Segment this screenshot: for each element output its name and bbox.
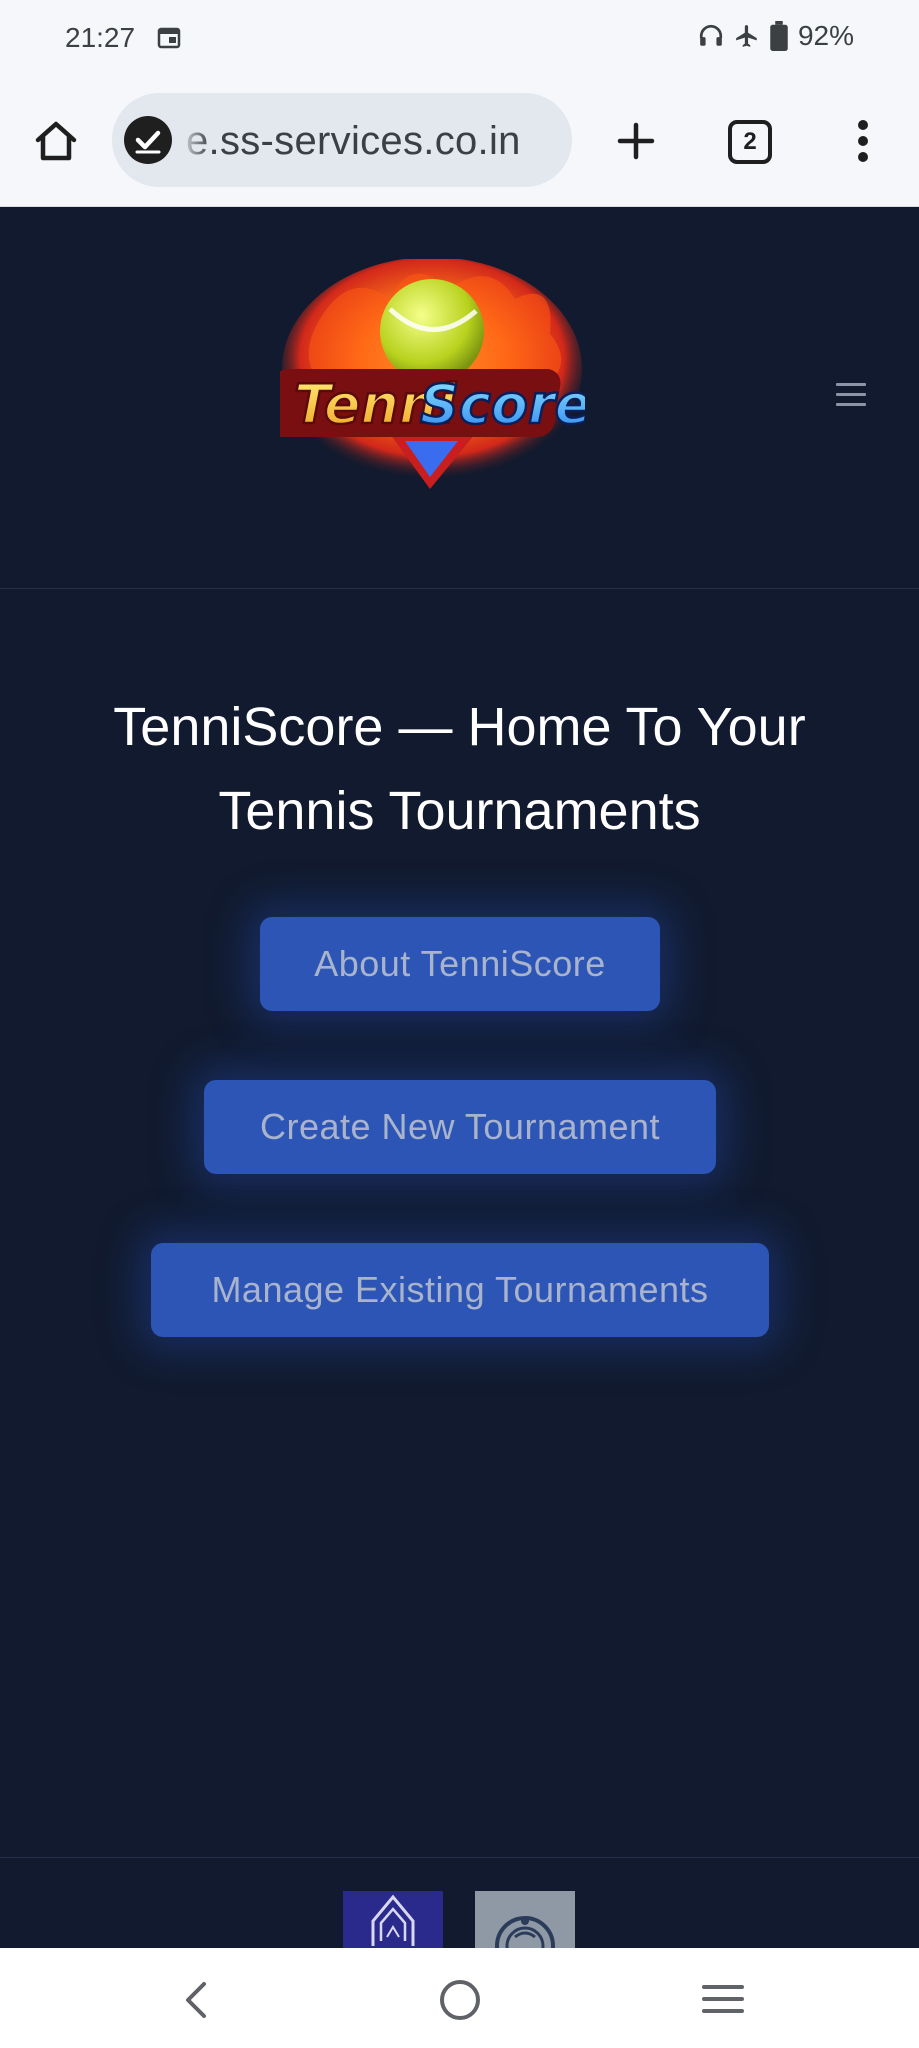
home-icon[interactable] xyxy=(28,113,84,169)
tenniscore-logo[interactable]: Tenni Score xyxy=(280,259,585,494)
site-verified-icon[interactable] xyxy=(124,116,172,164)
logo-text-score: Score xyxy=(420,373,585,436)
system-nav-bar xyxy=(0,1948,919,2048)
battery-percent: 92% xyxy=(797,20,854,51)
page-title: TenniScore — Home To Your Tennis Tournam… xyxy=(113,697,806,841)
battery-icon xyxy=(770,21,788,51)
address-bar[interactable]: e.ss-services.co.in xyxy=(112,93,572,187)
status-icons: 92% xyxy=(698,20,854,52)
recents-icon[interactable] xyxy=(700,1981,746,2017)
back-icon[interactable] xyxy=(176,1978,216,2022)
sponsor-logo-1[interactable] xyxy=(343,1891,443,1948)
status-bar: 21:27 92% xyxy=(0,0,919,75)
home-icon[interactable] xyxy=(438,1978,482,2022)
about-tenniscore-button[interactable]: About TenniScore xyxy=(260,917,660,1011)
status-time: 21:27 xyxy=(65,22,136,53)
calendar-icon xyxy=(157,27,181,49)
new-tab-icon[interactable] xyxy=(608,113,664,169)
tabs-icon[interactable]: 2 xyxy=(728,120,772,164)
headphones-icon xyxy=(699,24,723,46)
create-tournament-button[interactable]: Create New Tournament xyxy=(204,1080,716,1174)
site-header: Tenni Score xyxy=(0,207,919,589)
footer xyxy=(0,1857,919,1948)
manage-tournaments-button[interactable]: Manage Existing Tournaments xyxy=(151,1243,769,1337)
hamburger-icon[interactable] xyxy=(836,383,866,409)
url-text[interactable]: e.ss-services.co.in xyxy=(186,119,521,164)
airplane-icon xyxy=(736,25,757,47)
sponsor-logo-2[interactable] xyxy=(475,1891,575,1948)
overflow-menu-icon[interactable] xyxy=(843,113,883,169)
browser-toolbar: e.ss-services.co.in 2 xyxy=(0,75,919,207)
url-fade xyxy=(180,93,210,187)
